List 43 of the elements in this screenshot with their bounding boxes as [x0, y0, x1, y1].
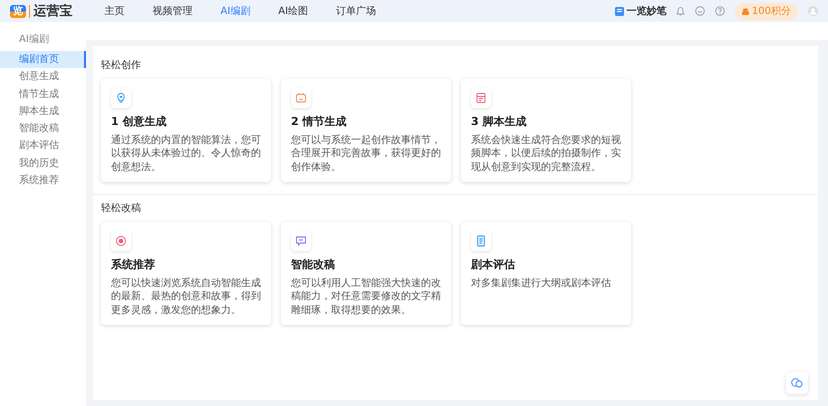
- card-title: 2 情节生成: [291, 114, 348, 130]
- feature-card[interactable]: 1 创意生成 通过系统的内置的智能算法，您可以获得从未体验过的、令人惊奇的创意想法。: [101, 79, 271, 182]
- card-description: 您可以利用人工智能强大快速的改稿能力，对任意需要修改的文字精雕细琢，取得想要的效果。: [291, 276, 441, 317]
- card-title: 1 创意生成: [111, 114, 168, 130]
- nav-tab[interactable]: AI编剧: [220, 4, 250, 18]
- feature-card[interactable]: 智能改稿 您可以利用人工智能强大快速的改稿能力，对任意需要修改的文字精雕细琢，取得想要的效果。: [281, 222, 451, 325]
- sidebar-item[interactable]: 智能改稿: [0, 120, 86, 138]
- help-icon[interactable]: [715, 6, 726, 16]
- feature-card[interactable]: 2 情节生成 您可以与系统一起创作故事情节，合理展开和完善故事，获得更好的创作体验。: [281, 79, 451, 182]
- card-description: 您可以与系统一起创作故事情节，合理展开和完善故事，获得更好的创作体验。: [291, 134, 441, 174]
- notebook-icon[interactable]: [614, 6, 624, 16]
- bell-icon[interactable]: [676, 6, 686, 16]
- sidebar-item[interactable]: 脚本生成: [0, 102, 86, 120]
- card-title: 剧本评估: [471, 257, 516, 273]
- logo-name: 运营宝: [28, 4, 72, 18]
- feature-card[interactable]: 剧本评估 对多集剧集进行大纲或剧本评估: [461, 222, 631, 325]
- chat-float-button[interactable]: [786, 372, 808, 394]
- chat-bubbles-icon[interactable]: [791, 378, 803, 388]
- card-description: 通过系统的内置的智能算法，您可以获得从未体验过的、令人惊奇的创意想法。: [111, 134, 261, 174]
- notes-link[interactable]: 一览妙笔: [626, 4, 666, 18]
- feature-card[interactable]: 系统推荐 您可以快速浏览系统自动智能生成的最新、最热的创意和故事，得到更多灵感，激发您的想象力。: [101, 222, 271, 325]
- section-title: 轻松改稿: [101, 202, 142, 216]
- card-description: 您可以快速浏览系统自动智能生成的最新、最热的创意和故事，得到更多灵感，激发您的想象力。: [111, 276, 261, 317]
- nav-tab[interactable]: 主页: [104, 4, 124, 18]
- card-description: 系统会快速生成符合您要求的短视频脚本，以便后续的拍摄制作，实现从创意到实现的完整流程。: [471, 134, 621, 174]
- logo-mark: 览: [10, 4, 26, 18]
- nav-tab[interactable]: AI绘图: [278, 4, 308, 18]
- sidebar-item[interactable]: 系统推荐: [0, 172, 86, 190]
- nav-tab[interactable]: 视频管理: [152, 4, 192, 18]
- sidebar-item[interactable]: 我的历史: [0, 154, 86, 172]
- nav-tab[interactable]: 订单广场: [336, 4, 376, 18]
- card-title: 智能改稿: [291, 257, 336, 273]
- chat-icon[interactable]: [695, 6, 706, 16]
- card-title: 系统推荐: [111, 257, 156, 273]
- sidebar-item[interactable]: 创意生成: [0, 68, 86, 86]
- avatar-icon[interactable]: [808, 6, 818, 16]
- sidebar-item[interactable]: 情节生成: [0, 86, 86, 103]
- feature-card[interactable]: 3 脚本生成 系统会快速生成符合您要求的短视频脚本，以便后续的拍摄制作，实现从创意到实现的完整流程。: [461, 79, 631, 182]
- card-description: 对多集剧集进行大纲或剧本评估: [471, 276, 612, 290]
- sidebar-title: AI编剧: [18, 32, 50, 47]
- section-title: 轻松创作: [101, 58, 142, 73]
- sidebar-item[interactable]: 剧本评估: [0, 137, 86, 155]
- card-title: 3 脚本生成: [471, 114, 528, 130]
